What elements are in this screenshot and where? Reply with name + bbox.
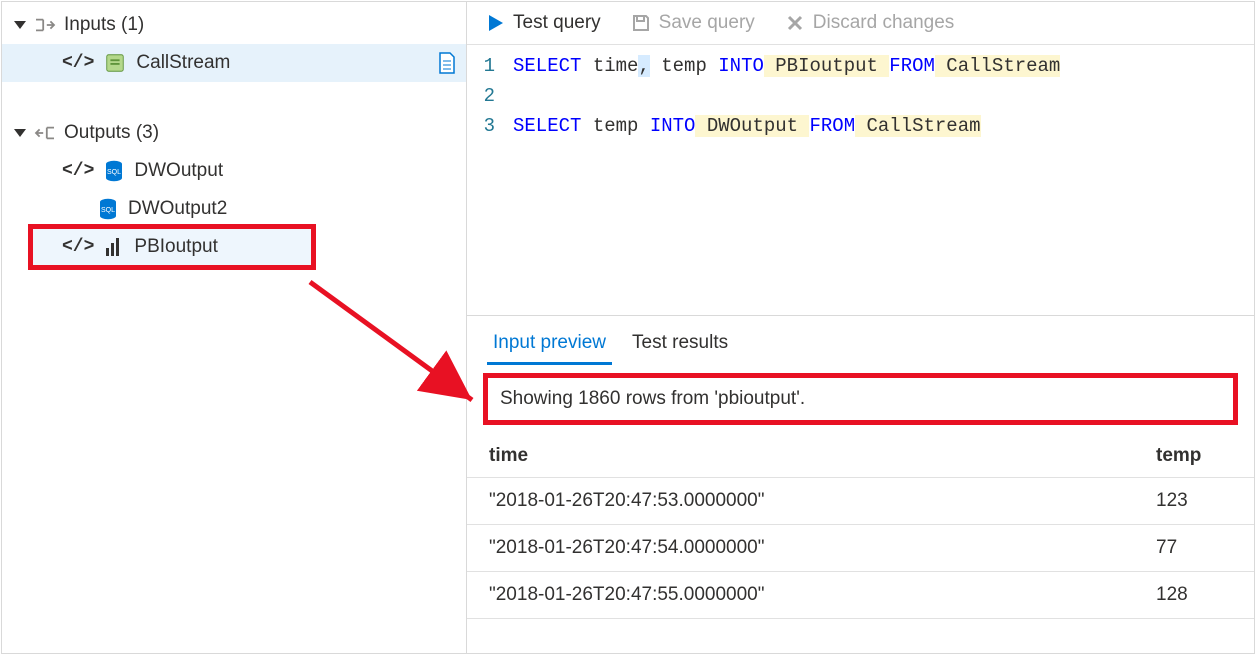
panel-tabs: Input preview Test results <box>467 316 1254 369</box>
document-icon <box>438 52 456 74</box>
sql-db-icon: SQL <box>98 198 118 220</box>
discard-changes-button: Discard changes <box>785 12 955 34</box>
sidebar-item-label: CallStream <box>136 52 428 74</box>
play-icon <box>485 13 505 33</box>
line-number: 1 <box>473 51 513 81</box>
svg-text:SQL: SQL <box>107 169 121 176</box>
stream-icon <box>104 52 126 74</box>
results-panel: Input preview Test results Showing 1860 … <box>467 315 1254 653</box>
save-query-button: Save query <box>631 12 755 34</box>
test-query-label: Test query <box>513 12 601 34</box>
table-row[interactable]: "2018-01-26T20:47:54.0000000"77 <box>467 525 1254 572</box>
sidebar-item-label: DWOutput2 <box>128 198 456 220</box>
save-icon <box>631 13 651 33</box>
col-temp[interactable]: temp <box>1134 435 1254 478</box>
code-line: SELECT time, temp INTO PBIoutput FROM Ca… <box>513 51 1060 81</box>
caret-down-icon <box>14 21 26 29</box>
discard-changes-label: Discard changes <box>813 12 955 34</box>
sidebar: Inputs (1) </> CallStream Outputs (3) </… <box>2 2 467 653</box>
code-icon: </> <box>62 237 94 257</box>
toolbar: Test query Save query Discard changes <box>467 2 1254 45</box>
table-row[interactable]: "2018-01-26T20:47:55.0000000"128 <box>467 572 1254 619</box>
line-number: 2 <box>473 81 513 111</box>
output-icon <box>34 124 56 142</box>
col-time[interactable]: time <box>467 435 1134 478</box>
input-icon <box>34 16 56 34</box>
inputs-group-label: Inputs (1) <box>64 14 144 36</box>
sidebar-item-dwoutput[interactable]: </> SQL DWOutput <box>2 152 466 190</box>
powerbi-icon <box>104 236 124 258</box>
code-icon: </> <box>62 161 94 181</box>
tab-input-preview[interactable]: Input preview <box>487 328 612 365</box>
caret-down-icon <box>14 129 26 137</box>
tab-test-results[interactable]: Test results <box>626 328 734 365</box>
sidebar-item-label: DWOutput <box>134 160 456 182</box>
content: Test query Save query Discard changes 1 … <box>467 2 1254 653</box>
sidebar-item-label: PBIoutput <box>134 236 302 258</box>
code-line: SELECT temp INTO DWOutput FROM CallStrea… <box>513 111 981 141</box>
sidebar-item-dwoutput2[interactable]: SQL DWOutput2 <box>2 190 466 228</box>
sql-db-icon: SQL <box>104 160 124 182</box>
query-editor[interactable]: 1 SELECT time, temp INTO PBIoutput FROM … <box>467 45 1254 315</box>
results-table: time temp "2018-01-26T20:47:53.0000000"1… <box>467 435 1254 619</box>
line-number: 3 <box>473 111 513 141</box>
results-status: Showing 1860 rows from 'pbioutput'. <box>483 373 1238 425</box>
test-query-button[interactable]: Test query <box>485 12 601 34</box>
outputs-group-header[interactable]: Outputs (3) <box>2 114 466 152</box>
sidebar-item-pbioutput[interactable]: </> PBIoutput <box>32 228 312 266</box>
outputs-group-label: Outputs (3) <box>64 122 159 144</box>
table-row[interactable]: "2018-01-26T20:47:53.0000000"123 <box>467 478 1254 525</box>
inputs-group-header[interactable]: Inputs (1) <box>2 6 466 44</box>
save-query-label: Save query <box>659 12 755 34</box>
svg-text:SQL: SQL <box>101 207 115 214</box>
sidebar-item-callstream[interactable]: </> CallStream <box>2 44 466 82</box>
code-icon: </> <box>62 53 94 73</box>
close-icon <box>785 13 805 33</box>
